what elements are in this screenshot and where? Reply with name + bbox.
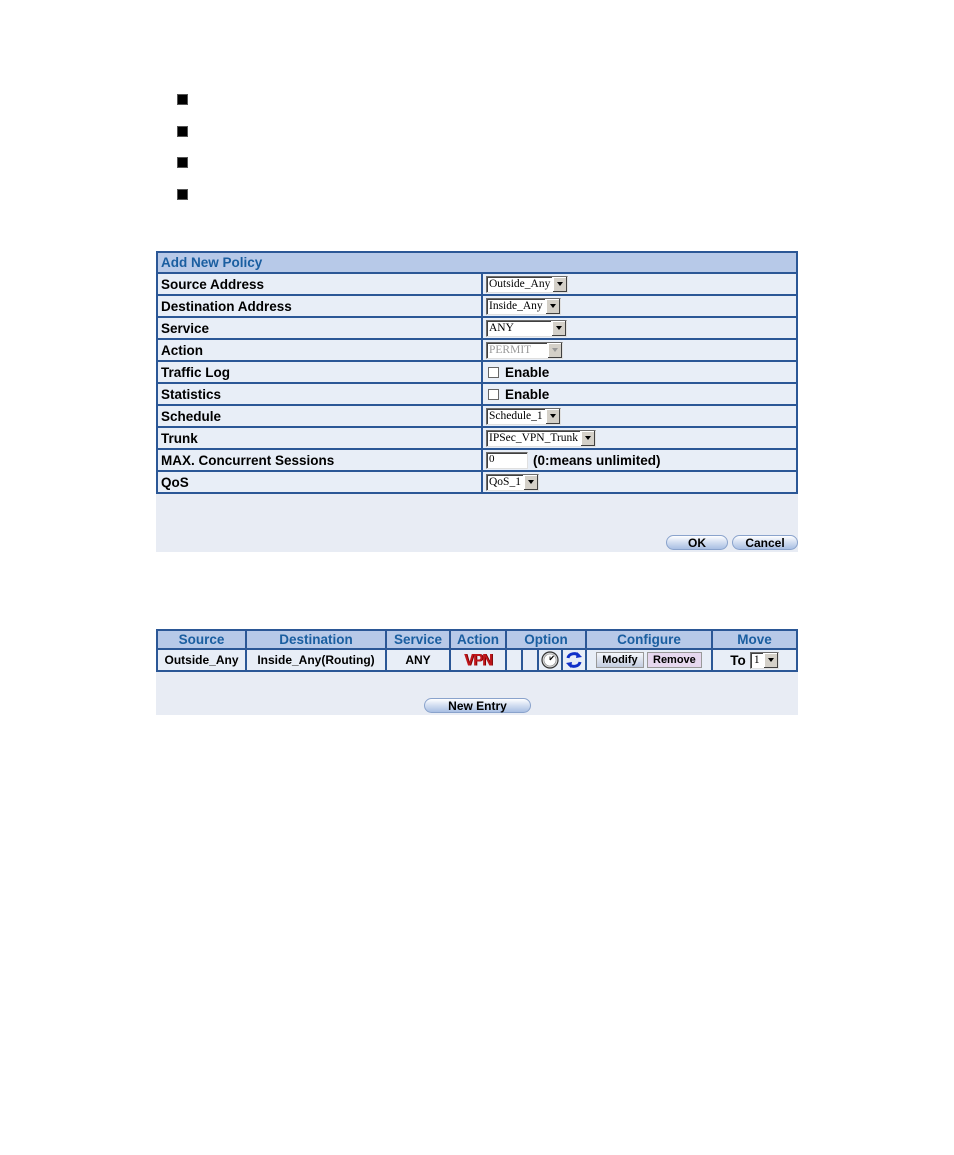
chevron-down-icon[interactable] — [551, 320, 566, 336]
new-entry-button[interactable]: New Entry — [424, 698, 531, 713]
policy-list-panel: Source Destination Service Action Option… — [156, 629, 798, 715]
header-configure: Configure — [585, 629, 713, 650]
header-move: Move — [711, 629, 798, 650]
action-select: PERMIT — [486, 341, 563, 359]
max-sessions-label: MAX. Concurrent Sessions — [156, 448, 483, 472]
schedule-select[interactable]: Schedule_1 — [486, 407, 561, 425]
row-source-address: Source Address Outside_Any — [156, 272, 798, 296]
cell-move: To 1 — [711, 648, 798, 672]
qos-select[interactable]: QoS_1 — [486, 473, 539, 491]
service-select[interactable]: ANY — [486, 319, 567, 337]
row-destination-address: Destination Address Inside_Any — [156, 294, 798, 318]
sync-icon — [566, 652, 582, 668]
modify-button[interactable]: Modify — [596, 652, 644, 668]
traffic-log-label: Traffic Log — [156, 360, 483, 384]
bullet-4 — [177, 189, 188, 200]
traffic-log-enable-label: Enable — [505, 364, 550, 380]
header-destination: Destination — [245, 629, 387, 650]
bullet-2 — [177, 126, 188, 137]
destination-address-label: Destination Address — [156, 294, 483, 318]
bullet-1 — [177, 94, 188, 105]
action-label: Action — [156, 338, 483, 362]
move-position-select[interactable]: 1 — [749, 651, 779, 669]
table-header-row: Source Destination Service Action Option… — [156, 629, 798, 650]
statistics-label: Statistics — [156, 382, 483, 406]
option-cell-empty-2 — [521, 648, 539, 672]
qos-label: QoS — [156, 470, 483, 494]
clock-icon — [541, 651, 559, 669]
cell-source: Outside_Any — [156, 648, 247, 672]
trunk-label: Trunk — [156, 426, 483, 450]
option-cell-trunk — [561, 648, 587, 672]
ok-button[interactable]: OK — [666, 535, 728, 550]
source-address-label: Source Address — [156, 272, 483, 296]
chevron-down-icon[interactable] — [522, 474, 538, 490]
form-title: Add New Policy — [156, 251, 798, 274]
bullet-3 — [177, 157, 188, 168]
max-sessions-input[interactable]: 0 — [486, 451, 528, 469]
chevron-down-icon[interactable] — [580, 430, 596, 446]
row-statistics: Statistics Enable — [156, 382, 798, 406]
policy-list-table: Source Destination Service Action Option… — [156, 629, 798, 672]
chevron-down-icon — [547, 342, 562, 358]
chevron-down-icon[interactable] — [544, 408, 560, 424]
table-row: Outside_Any Inside_Any(Routing) ANY VPN — [156, 648, 798, 672]
header-option: Option — [505, 629, 587, 650]
add-policy-panel: Add New Policy Source Address Outside_An… — [156, 251, 798, 552]
move-to-label: To — [730, 652, 746, 668]
statistics-enable-label: Enable — [505, 386, 550, 402]
row-action: Action PERMIT — [156, 338, 798, 362]
destination-address-select[interactable]: Inside_Any — [486, 297, 561, 315]
row-schedule: Schedule Schedule_1 — [156, 404, 798, 428]
header-service: Service — [385, 629, 451, 650]
statistics-checkbox[interactable] — [488, 388, 499, 400]
cancel-button[interactable]: Cancel — [732, 535, 798, 550]
chevron-down-icon[interactable] — [552, 276, 568, 292]
header-action: Action — [449, 629, 507, 650]
option-cell-empty-1 — [505, 648, 523, 672]
add-policy-table: Add New Policy Source Address Outside_An… — [156, 251, 798, 494]
schedule-label: Schedule — [156, 404, 483, 428]
cell-destination: Inside_Any(Routing) — [245, 648, 387, 672]
vpn-action-icon: VPN — [464, 650, 493, 670]
cell-service: ANY — [385, 648, 451, 672]
row-qos: QoS QoS_1 — [156, 470, 798, 494]
option-cell-schedule — [537, 648, 563, 672]
chevron-down-icon[interactable] — [544, 298, 560, 314]
traffic-log-checkbox[interactable] — [488, 366, 499, 378]
row-service: Service ANY — [156, 316, 798, 340]
cell-action: VPN — [449, 648, 507, 672]
max-sessions-note: (0:means unlimited) — [533, 452, 661, 468]
source-address-select[interactable]: Outside_Any — [486, 275, 569, 293]
remove-button[interactable]: Remove — [647, 652, 702, 668]
cell-configure: Modify Remove — [585, 648, 713, 672]
header-source: Source — [156, 629, 247, 650]
row-traffic-log: Traffic Log Enable — [156, 360, 798, 384]
row-max-sessions: MAX. Concurrent Sessions 0 (0:means unlim… — [156, 448, 798, 472]
service-label: Service — [156, 316, 483, 340]
row-trunk: Trunk IPSec_VPN_Trunk — [156, 426, 798, 450]
trunk-select[interactable]: IPSec_VPN_Trunk — [486, 429, 597, 447]
chevron-down-icon[interactable] — [762, 652, 778, 668]
